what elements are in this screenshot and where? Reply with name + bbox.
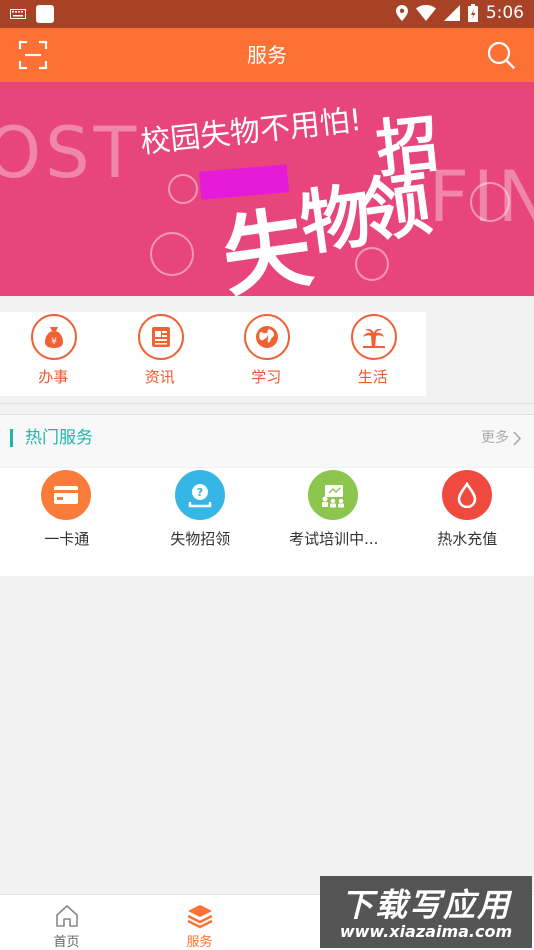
hot-services-header: 热门服务 更多 [0,415,534,467]
water-drop-icon [441,470,492,520]
quick-item-xuexi[interactable]: 学习 [213,312,320,396]
globe-icon [244,314,290,360]
banner-doodle [470,182,510,222]
training-icon [308,470,358,520]
banner-left-word: OST [0,112,141,194]
quick-item-zixun[interactable]: 资讯 [107,312,214,396]
keyboard-icon [10,9,26,19]
tab-home-label: 首页 [53,935,80,950]
page-title: 服务 [247,43,287,67]
layers-icon [187,905,213,929]
watermark-url: www.xiazaima.com [339,922,513,941]
tab-services-label: 服务 [186,935,213,950]
news-icon [137,314,184,360]
quick-item-label: 资讯 [144,368,175,386]
home-icon [56,905,78,927]
service-lost-found[interactable]: ? 失物招领 [134,468,268,558]
section-accent-bar [10,429,13,447]
service-label: 热水充值 [437,530,498,548]
quick-item-banshi[interactable]: ¥ 办事 [0,312,107,396]
lost-found-icon: ? [174,470,225,520]
signal-icon [443,5,460,21]
service-label: 失物招领 [170,530,231,548]
chevron-right-icon [513,430,522,446]
service-card[interactable]: 一卡通 [0,468,134,558]
tab-services[interactable]: 服务 [133,895,266,950]
service-hot-water[interactable]: 热水充值 [401,468,534,558]
search-icon[interactable] [486,40,516,70]
battery-icon [467,4,478,22]
hot-services-title: 热门服务 [25,428,93,448]
svg-text:¥: ¥ [51,337,57,347]
app-bar: 服务 [0,28,534,82]
watermark-logo: 下载写应用 www.xiazaima.com [320,876,532,948]
location-icon [395,5,408,21]
money-bag-icon: ¥ [31,314,77,360]
palm-tree-icon [350,314,397,360]
service-label: 一卡通 [44,530,90,548]
quick-item-shenghuo[interactable]: 生活 [320,312,427,396]
card-icon [41,470,91,520]
service-label: 考试培训中... [289,530,379,548]
quick-menu: ¥ 办事 资讯 学习 生活 [0,312,426,396]
wifi-icon [415,5,436,21]
banner-headline: 校园失物不用怕! [138,102,364,161]
quick-item-label: 生活 [357,368,388,386]
promo-banner[interactable]: OST FIN 校园失物不用怕! 招 失 物 领 [0,82,534,296]
hot-services-grid: 一卡通 ? 失物招领 考试培训中... 热水充值 [0,468,534,558]
svg-text:?: ? [196,486,202,499]
more-link[interactable]: 更多 [481,415,522,461]
more-label: 更多 [481,430,509,446]
quick-item-label: 学习 [251,368,282,386]
content-spacer [0,558,534,576]
quick-item-label: 办事 [38,368,69,386]
banner-big-char: 领 [355,162,437,254]
status-time: 5:06 [485,3,524,23]
status-bar: 5:06 [0,0,534,28]
app-notification-icon [36,5,54,23]
tab-home[interactable]: 首页 [0,895,133,950]
banner-doodle [150,232,194,276]
section-divider [0,403,534,404]
watermark-title: 下载写应用 [340,886,511,924]
service-training[interactable]: 考试培训中... [267,468,401,558]
banner-doodle [168,174,198,204]
